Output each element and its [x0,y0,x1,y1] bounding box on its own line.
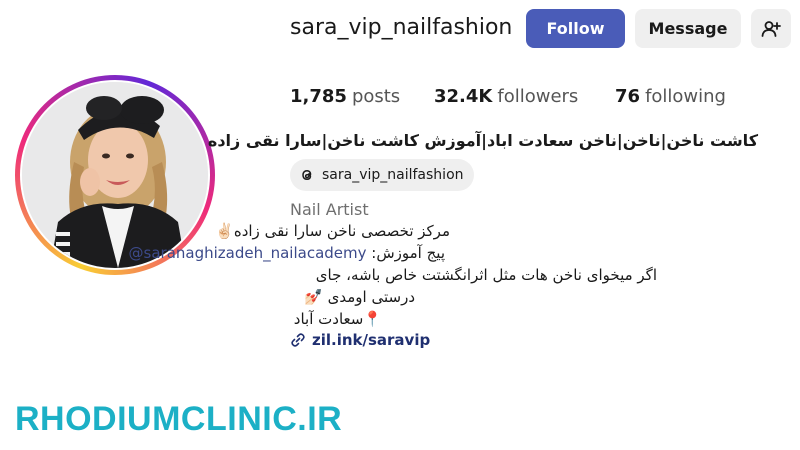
category-label: Nail Artist [290,200,369,219]
message-button[interactable]: Message [635,9,741,48]
bio-line-3: اگر میخوای ناخن هات مثل اثرانگشتت خاص با… [315,266,657,284]
posts-count: 1,785 [290,86,347,107]
add-user-icon [761,19,781,39]
posts-label: posts [351,86,401,107]
suggested-users-button[interactable] [751,9,791,48]
threads-icon [298,166,316,184]
academy-handle-link[interactable]: @saranaghizadeh_nailacademy [129,244,367,262]
username: sara_vip_nailfashion [290,15,513,40]
followers-stat[interactable]: 32.4K followers [434,86,578,107]
link-icon [290,332,306,348]
following-label: following [645,86,726,107]
full-name: کاشت ناخن|ناخن|ناخن سعادت اباد|آموزش کاش… [207,131,758,150]
profile-photo [22,82,208,268]
following-stat[interactable]: 76 following [615,86,726,107]
bio-line-2-prefix: پیج آموزش: [366,244,445,262]
bio-line-5: 📍سعادت آباد [293,310,382,328]
avatar[interactable] [22,82,208,268]
threads-badge[interactable]: sara_vip_nailfashion [290,159,474,191]
bio-line-1: مرکز تخصصی ناخن سارا نقی زاده✌🏻 [215,222,450,240]
followers-count: 32.4K [434,86,493,107]
external-link[interactable]: zil.ink/saravip [290,331,430,349]
posts-stat: 1,785 posts [290,86,400,107]
link-text[interactable]: zil.ink/saravip [312,331,430,349]
follow-button[interactable]: Follow [526,9,625,48]
bio-line-4: درستی اومدی 💅🏻 [304,288,415,306]
following-count: 76 [615,86,641,107]
watermark-text: RHODIUMCLINIC.IR [15,400,343,438]
bio-line-2: پیج آموزش: @saranaghizadeh_nailacademy [129,244,445,262]
threads-handle: sara_vip_nailfashion [322,167,464,183]
followers-label: followers [497,86,579,107]
profile-page: sara_vip_nailfashion Follow Message 1,78… [0,0,800,450]
